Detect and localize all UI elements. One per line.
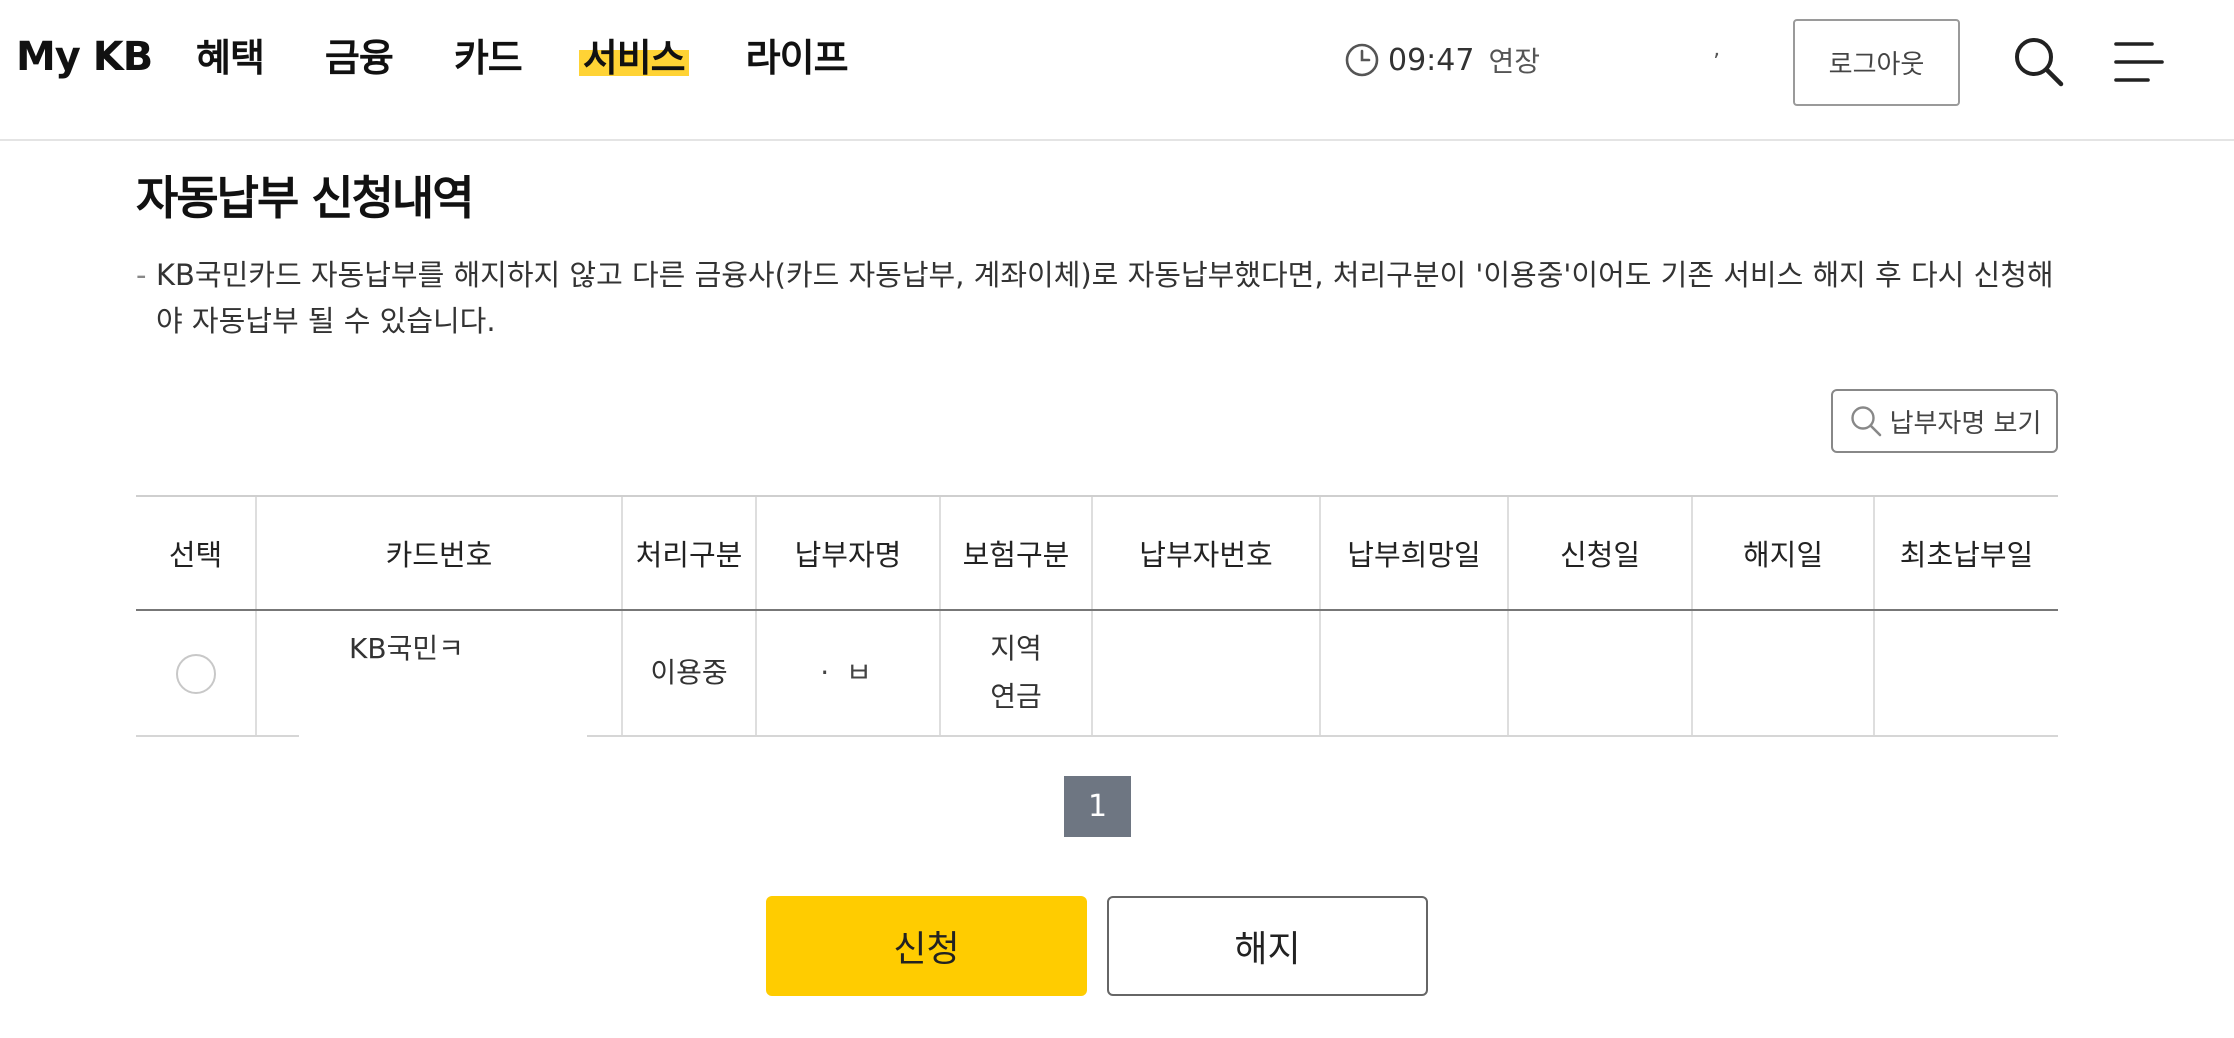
autopay-table: 선택 카드번호 처리구분 납부자명 보험구분 납부자번호 납부희망일 신청일 해… xyxy=(136,495,2058,741)
partial-text: ʼ xyxy=(1713,50,1720,75)
row-select-radio[interactable] xyxy=(175,654,216,694)
column-header: 해지일 xyxy=(1691,495,1874,611)
column-header: 납부자명 xyxy=(755,495,940,611)
clock-icon xyxy=(1345,43,1379,77)
column-header: 카드번호 xyxy=(255,495,622,611)
extend-session-button[interactable]: 연장 xyxy=(1488,40,1540,80)
card-number-cell: KB국민ㅋ xyxy=(255,610,622,741)
pagination-page-current[interactable]: 1 xyxy=(1064,776,1131,837)
search-icon[interactable] xyxy=(2011,34,2067,90)
column-header: 납부자번호 xyxy=(1091,495,1320,611)
hamburger-icon[interactable] xyxy=(2112,36,2164,88)
nav-item-life[interactable]: 라이프 xyxy=(745,32,849,84)
select-cell xyxy=(136,610,256,737)
insurance-type-cell: 지역 연금 xyxy=(939,610,1092,737)
nav-item-label: 혜택 xyxy=(196,36,265,80)
apply-button[interactable]: 신청 xyxy=(766,896,1087,996)
column-header: 신청일 xyxy=(1507,495,1692,611)
nav-item-benefits[interactable]: 혜택 xyxy=(196,32,265,84)
notice-bullet: - xyxy=(136,258,147,292)
logo[interactable]: My KB xyxy=(16,34,153,80)
notice-body: KB국민카드 자동납부를 해지하지 않고 다른 금융사(카드 자동납부, 계좌이… xyxy=(156,258,2054,338)
terminate-button[interactable]: 해지 xyxy=(1107,896,1428,996)
masked-region xyxy=(1509,655,1525,699)
table-header-row: 선택 카드번호 처리구분 납부자명 보험구분 납부자번호 납부희망일 신청일 해… xyxy=(136,495,2058,611)
status-cell: 이용중 xyxy=(621,610,756,737)
payer-number-cell xyxy=(1091,610,1320,737)
session-timer: 09:47 연장 xyxy=(1344,40,1540,80)
desired-date-cell xyxy=(1319,610,1508,737)
view-payer-name-label: 납부자명 보기 xyxy=(1889,408,2042,439)
page-title: 자동납부 신청내역 xyxy=(136,171,475,225)
insurance-type-line: 연금 xyxy=(990,680,1042,713)
search-icon xyxy=(1850,406,1881,437)
column-header: 최초납부일 xyxy=(1873,495,2058,611)
table-row: KB국민ㅋ 이용중 · ㅂ 지역 연금 xyxy=(136,610,2058,741)
nav-item-service[interactable]: 서비스 xyxy=(578,32,689,84)
nav-item-label: 서비스 xyxy=(582,36,686,80)
nav-item-finance[interactable]: 금융 xyxy=(324,32,394,84)
cancel-date-cell xyxy=(1691,610,1874,737)
first-pay-date-cell xyxy=(1873,610,2058,737)
global-nav: 혜택 금융 카드 서비스 라이프 xyxy=(196,32,909,84)
column-header: 처리구분 xyxy=(621,495,756,611)
insurance-type-line: 지역 xyxy=(990,632,1042,665)
logout-button[interactable]: 로그아웃 xyxy=(1793,19,1960,106)
column-header: 보험구분 xyxy=(939,495,1092,611)
timer-time: 09:47 xyxy=(1388,42,1475,78)
card-number: KB국민ㅋ xyxy=(349,632,464,665)
top-header: My KB 혜택 금융 카드 서비스 라이프 09:47 연장 ʼ 로그아웃 xyxy=(0,0,2234,141)
nav-item-card[interactable]: 카드 xyxy=(453,32,523,84)
nav-item-label: 라이프 xyxy=(745,36,849,80)
view-payer-name-button[interactable]: 납부자명 보기 xyxy=(1831,389,2058,453)
notice-text: - KB국민카드 자동납부를 해지하지 않고 다른 금융사(카드 자동납부, 계… xyxy=(136,252,2056,344)
apply-date-cell xyxy=(1507,610,1692,737)
column-header: 납부희망일 xyxy=(1319,495,1508,611)
column-header: 선택 xyxy=(136,495,256,611)
nav-item-label: 카드 xyxy=(453,36,523,80)
payer-name: · ㅂ xyxy=(820,656,876,689)
masked-region xyxy=(299,675,587,741)
nav-item-label: 금융 xyxy=(324,36,394,80)
payer-name-cell: · ㅂ xyxy=(755,610,940,737)
